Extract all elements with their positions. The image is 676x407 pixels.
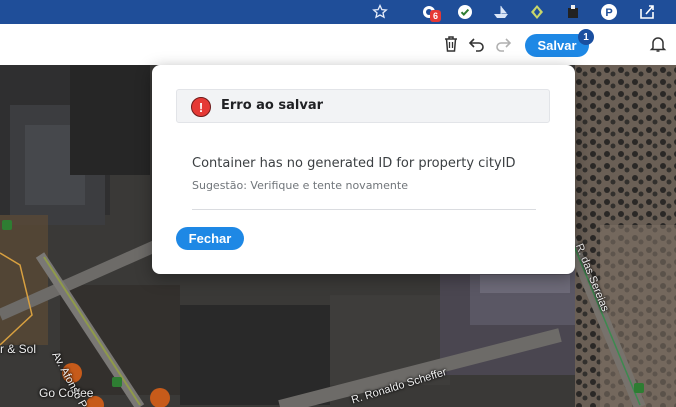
svg-text:P: P [605,7,612,19]
dialog-header: ! Erro ao salvar [176,89,550,123]
dialog-title: Erro ao salvar [221,98,324,113]
error-icon: ! [191,97,211,117]
diamond-extension-icon[interactable] [528,3,546,21]
share-icon[interactable] [638,3,656,21]
error-suggestion: Sugestão: Verifique e tente novamente [192,179,408,192]
trash-icon[interactable] [441,34,461,54]
puzzle-extension-icon[interactable] [564,3,582,21]
divider [192,209,536,210]
p-extension-icon[interactable]: P [600,3,618,21]
extension-icon[interactable]: 6 [420,3,442,22]
star-icon[interactable] [371,3,389,21]
save-count-badge: 1 [578,29,594,45]
extension-badge: 6 [430,10,442,22]
bell-icon[interactable] [648,34,668,54]
boat-extension-icon[interactable] [492,3,510,21]
browser-toolbar: 6 P [0,0,676,24]
undo-icon[interactable] [467,34,487,54]
close-button[interactable]: Fechar [176,227,244,250]
map-place-label: r & Sol [0,342,37,356]
redo-icon[interactable] [493,34,513,54]
check-extension-icon[interactable] [456,3,474,21]
error-dialog: ! Erro ao salvar Container has no genera… [152,65,575,274]
error-message: Container has no generated ID for proper… [192,156,516,171]
